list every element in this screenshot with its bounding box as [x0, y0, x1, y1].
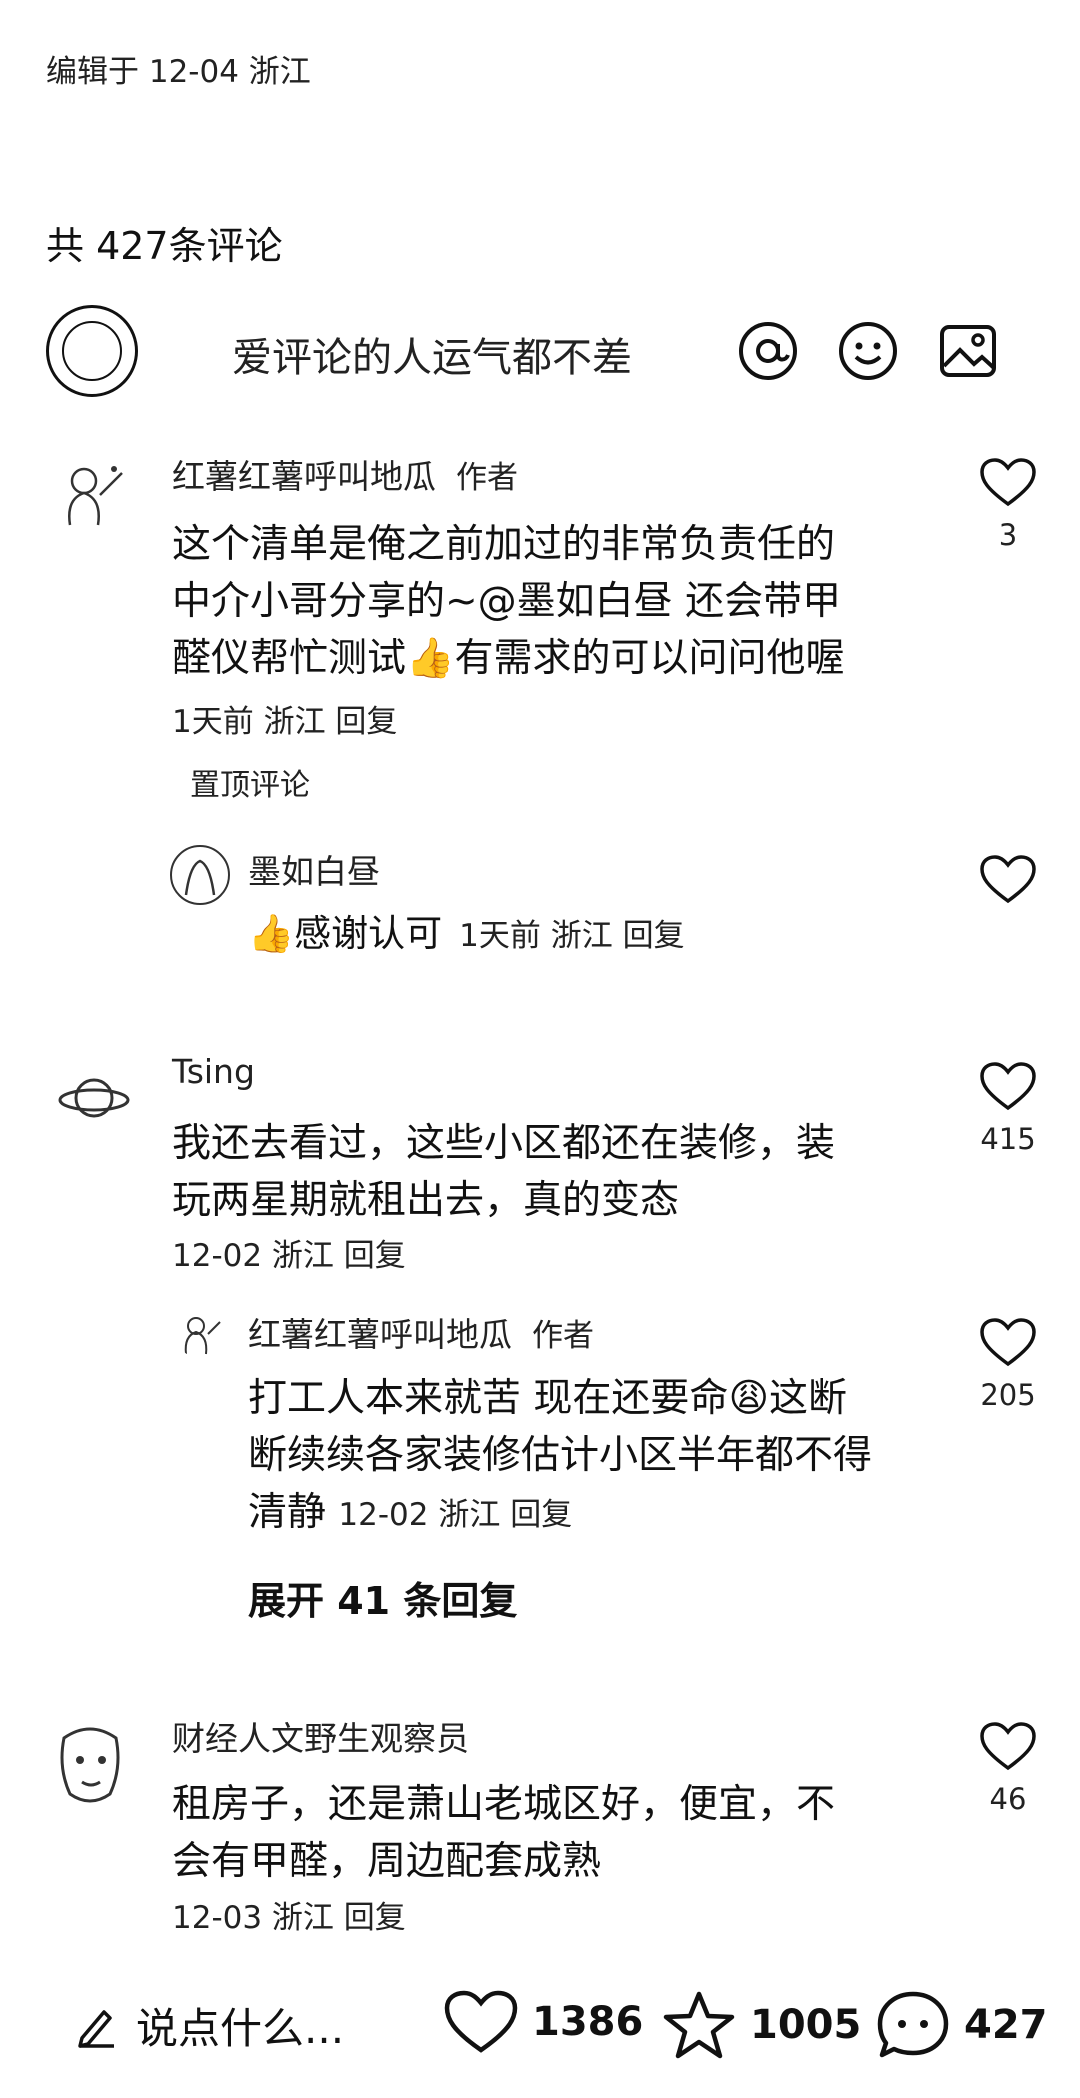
heart-icon [444, 1990, 518, 2053]
like-count: 46 [989, 1782, 1027, 1816]
reply-line: 清静 [248, 1490, 327, 1535]
comment-author[interactable]: 财经人文野生观察员 [172, 1712, 469, 1760]
heart-icon [980, 458, 1036, 507]
comment-bubble-icon [877, 1991, 949, 2058]
like-count: 205 [980, 1378, 1036, 1412]
like-button[interactable]: 3 [963, 458, 1053, 552]
post-like-count: 1386 [532, 1999, 644, 2045]
comment-line: 玩两星期就租出去，真的变态 [172, 1178, 680, 1223]
heart-icon [980, 1722, 1036, 1771]
comment-author[interactable]: Tsing [172, 1052, 255, 1091]
post-favorite-count: 1005 [750, 2002, 862, 2048]
say-something-label: 说点什么... [136, 2004, 345, 2053]
like-button[interactable]: 415 [963, 1062, 1053, 1156]
like-button[interactable]: 46 [963, 1722, 1053, 1816]
reply-line-last: 清静 12-02 浙江 回复 [248, 1484, 872, 1544]
pencil-icon [78, 2009, 114, 2048]
comment-meta[interactable]: 12-03 浙江 回复 [172, 1892, 406, 1937]
reply-line: 断续续各家装修估计小区半年都不得 [248, 1433, 873, 1478]
reply-author[interactable]: 红薯红薯呼叫地瓜 [248, 1315, 512, 1354]
comment-avatar[interactable] [52, 455, 132, 535]
post-like-button[interactable]: 1386 [444, 1990, 643, 2054]
comment-author[interactable]: 红薯红薯呼叫地瓜 [172, 457, 436, 496]
star-icon [663, 1991, 735, 2059]
reply-text: 打工人本来就苦 现在还要命😩这断 断续续各家装修估计小区半年都不得 清静 12-… [248, 1370, 872, 1544]
expand-replies-button[interactable]: 展开 41 条回复 [248, 1570, 517, 1625]
comment-line: 我还去看过，这些小区都还在装修，装 [172, 1121, 836, 1166]
comment-input[interactable]: 爱评论的人运气都不差 [232, 325, 632, 383]
post-comment-count: 427 [964, 2002, 1048, 2048]
comment-meta[interactable]: 12-02 浙江 回复 [172, 1230, 406, 1275]
image-icon[interactable] [935, 318, 1001, 384]
comment-line: 这个清单是俺之前加过的非常负责任的 [172, 522, 836, 567]
reply-text-row: 👍感谢认可 1天前 浙江 回复 [248, 905, 685, 962]
like-button[interactable] [963, 855, 1053, 909]
reply-meta[interactable]: 1天前 浙江 回复 [459, 918, 684, 954]
author-tag: 作者 [532, 1318, 594, 1354]
heart-icon [980, 1318, 1036, 1367]
comment-line: 会有甲醛，周边配套成熟 [172, 1839, 602, 1884]
emoji-icon[interactable] [835, 318, 901, 384]
reply-text: 👍感谢认可 [248, 912, 443, 955]
like-count: 3 [998, 518, 1018, 552]
heart-icon [980, 1062, 1036, 1111]
comment-header: 红薯红薯呼叫地瓜 作者 [172, 450, 518, 498]
author-tag: 作者 [456, 460, 518, 496]
reply-avatar[interactable] [170, 845, 230, 905]
post-comment-button[interactable]: 427 [876, 1990, 1048, 2060]
heart-icon [980, 855, 1036, 904]
say-something-input[interactable]: 说点什么... [76, 1995, 344, 2056]
like-button[interactable]: 205 [963, 1318, 1053, 1412]
reply-line: 打工人本来就苦 现在还要命😩这断 [248, 1376, 848, 1421]
comment-text: 我还去看过，这些小区都还在装修，装 玩两星期就租出去，真的变态 [172, 1115, 835, 1229]
pinned-label: 置顶评论 [190, 768, 310, 803]
post-favorite-button[interactable]: 1005 [662, 1990, 861, 2060]
comment-line: 中介小哥分享的~@墨如白昼 还会带甲 [172, 579, 842, 624]
my-avatar[interactable] [46, 305, 138, 397]
post-edited-meta: 编辑于 12-04 浙江 [46, 54, 311, 90]
comment-line: 租房子，还是萧山老城区好，便宜，不 [172, 1782, 836, 1827]
comment-text: 这个清单是俺之前加过的非常负责任的 中介小哥分享的~@墨如白昼 还会带甲 醛仪帮… [172, 516, 845, 687]
reply-avatar[interactable] [176, 1310, 224, 1358]
comment-text: 租房子，还是萧山老城区好，便宜，不 会有甲醛，周边配套成熟 [172, 1776, 835, 1890]
like-count: 415 [980, 1122, 1036, 1156]
comment-meta[interactable]: 1天前 浙江 回复 [172, 696, 397, 741]
comments-count: 共 427条评论 [46, 224, 283, 268]
comment-avatar[interactable] [56, 1060, 132, 1136]
reply-meta[interactable]: 12-02 浙江 回复 [338, 1497, 572, 1533]
mention-icon[interactable] [735, 318, 801, 384]
reply-author[interactable]: 墨如白昼 [248, 845, 380, 893]
reply-header: 红薯红薯呼叫地瓜 作者 [248, 1308, 594, 1356]
comment-avatar[interactable] [44, 1718, 138, 1812]
comment-line: 醛仪帮忙测试👍有需求的可以问问他喔 [172, 636, 845, 681]
